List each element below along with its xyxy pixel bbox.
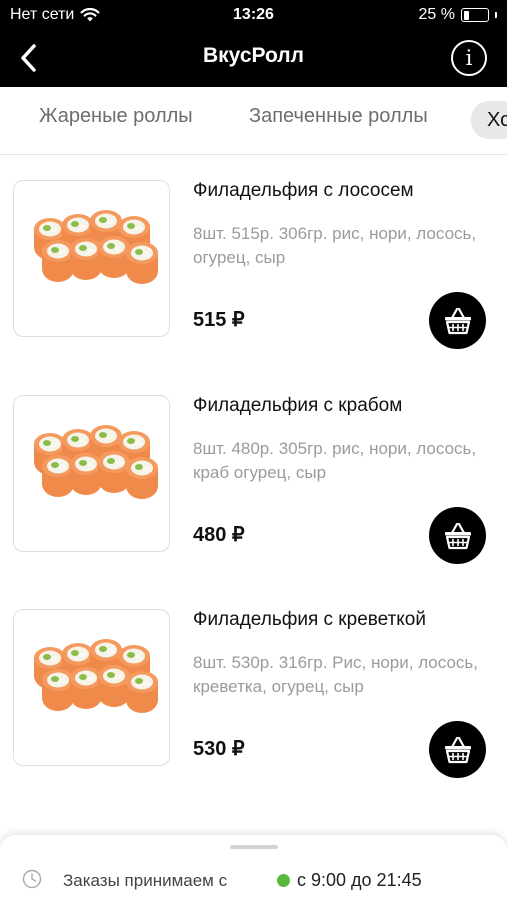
category-tabs: Жареные роллы Запеченные роллы Хо bbox=[0, 87, 507, 155]
product-name: Филадельфия с креветкой bbox=[193, 609, 426, 630]
open-status-dot bbox=[277, 874, 290, 887]
working-hours: с 9:00 до 21:45 bbox=[297, 870, 422, 890]
product-price: 480 ₽ bbox=[193, 524, 245, 546]
status-bar: Нет сети 13:26 25 % bbox=[0, 0, 507, 30]
product-card[interactable]: Филадельфия с креветкой 8шт. 530р. 316гр… bbox=[0, 609, 507, 823]
tab-cold-rolls[interactable]: Хо bbox=[471, 101, 507, 139]
navigation-bar: ВкусРолл i bbox=[0, 30, 507, 87]
sushi-roll-image bbox=[34, 425, 158, 499]
product-name: Филадельфия с лососем bbox=[193, 180, 414, 201]
add-to-cart-button[interactable] bbox=[429, 721, 486, 778]
product-name: Филадельфия с крабом bbox=[193, 395, 403, 416]
sushi-roll-image bbox=[34, 210, 158, 284]
product-description: 8шт. 515р. 306гр. рис, нори, лосось, огу… bbox=[193, 224, 477, 267]
sushi-roll-image bbox=[34, 639, 158, 713]
product-image[interactable] bbox=[13, 180, 170, 337]
clock-icon bbox=[22, 869, 42, 889]
product-price: 530 ₽ bbox=[193, 738, 245, 760]
basket-icon bbox=[444, 307, 471, 334]
basket-icon bbox=[444, 522, 471, 549]
page-title: ВкусРолл bbox=[203, 44, 304, 67]
info-button[interactable]: i bbox=[451, 40, 487, 76]
product-card[interactable]: Филадельфия с крабом 8шт. 480р. 305гр. р… bbox=[0, 395, 507, 609]
product-image[interactable] bbox=[13, 395, 170, 552]
basket-icon bbox=[444, 736, 471, 763]
battery-icon bbox=[461, 8, 489, 22]
add-to-cart-button[interactable] bbox=[429, 292, 486, 349]
drag-handle[interactable] bbox=[230, 845, 278, 849]
product-description: 8шт. 480р. 305гр. рис, нори, лосось, кра… bbox=[193, 439, 477, 482]
battery-fill bbox=[463, 10, 470, 20]
tab-fried-rolls[interactable]: Жареные роллы bbox=[39, 105, 193, 128]
product-image[interactable] bbox=[13, 609, 170, 766]
product-card[interactable]: Филадельфия с лососем 8шт. 515р. 306гр. … bbox=[0, 180, 507, 394]
tab-baked-rolls[interactable]: Запеченные роллы bbox=[249, 105, 428, 128]
product-description: 8шт. 530р. 316гр. Рис, нори, лосось, кре… bbox=[193, 653, 478, 696]
product-price: 515 ₽ bbox=[193, 309, 245, 331]
battery-indicator: 25 % bbox=[419, 6, 497, 24]
battery-percent: 25 % bbox=[418, 6, 455, 23]
battery-tip bbox=[495, 12, 497, 18]
working-hours-sheet[interactable]: Заказы принимаем с с 9:00 до 21:45 bbox=[0, 835, 507, 900]
info-icon: i bbox=[465, 46, 473, 70]
orders-accepted-label: Заказы принимаем с bbox=[63, 871, 228, 890]
add-to-cart-button[interactable] bbox=[429, 507, 486, 564]
